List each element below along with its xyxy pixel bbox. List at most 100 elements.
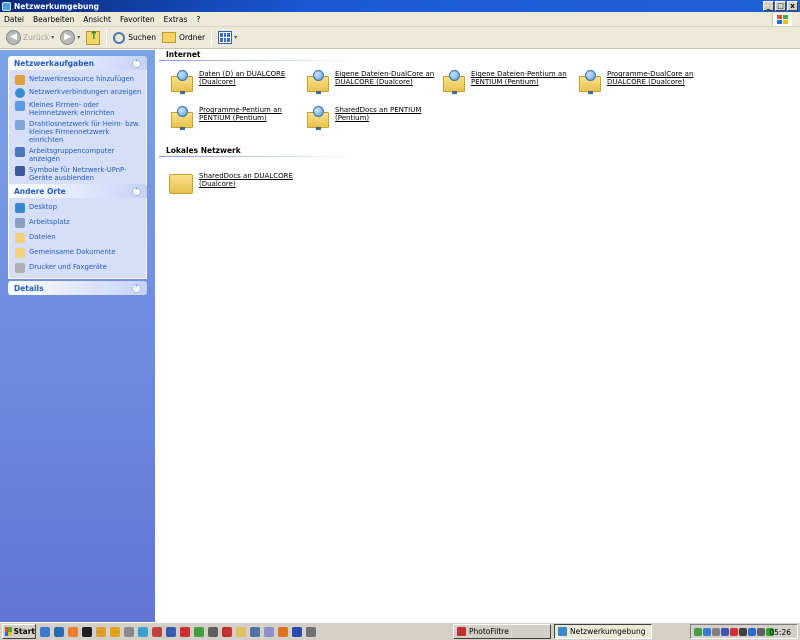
taskbar-photofiltre[interactable]: PhotoFiltre [453,624,551,639]
app-icon[interactable] [180,626,190,637]
toolbar-separator [211,29,213,46]
desktop-link[interactable]: Desktop [15,203,142,213]
printers-faxes-link[interactable]: Drucker und Faxgeräte [15,263,142,273]
app-icon[interactable] [264,626,274,637]
item-label: Daten (D) an DUALCORE (Dualcore) [199,70,286,86]
network-share-item[interactable]: Programme-DualCore an DUALCORE (Dualcore… [579,70,709,94]
view-network-connections-link[interactable]: Netzwerkverbindungen anzeigen [15,88,142,98]
menu-bearbeiten[interactable]: Bearbeiten [33,15,74,24]
tray-icon[interactable] [694,627,702,636]
printer-icon [15,263,25,273]
network-share-item[interactable]: Eigene Dateien-Pentium an PENTIUM (Penti… [443,70,573,94]
collapse-icon[interactable]: ˄ [132,58,141,68]
tray-icon[interactable] [721,627,729,636]
app-icon[interactable] [250,626,260,637]
view-workgroup-computers-link[interactable]: Arbeitsgruppencomputer anzeigen [15,147,142,163]
other-places-header[interactable]: Andere Orte ˄ [8,184,147,198]
link-label: Kleines Firmen- oder Heimnetzwerk einric… [29,101,115,117]
folders-button[interactable]: Ordner [159,29,208,47]
toolbar-separator [106,29,108,46]
menu-extras[interactable]: Extras [164,15,188,24]
app-icon[interactable] [278,626,288,637]
hide-upnp-icons-link[interactable]: Symbole für Netzwerk-UPnP-Geräte ausblen… [15,166,142,182]
add-network-resource-link[interactable]: Netzwerkressource hinzufügen [15,75,142,85]
network-share-item[interactable]: Daten (D) an DUALCORE (Dualcore) [171,70,301,94]
network-folder-icon [307,106,329,130]
shared-documents-link[interactable]: Gemeinsame Dokumente [15,248,142,258]
app-icon[interactable] [110,626,120,637]
back-button[interactable]: ◀ Zurück ▾ [3,29,57,47]
tray-icon[interactable] [712,627,720,636]
workgroup-computers-icon [15,147,25,157]
network-places-icon [558,627,567,636]
documents-folder-icon [15,233,25,243]
chevron-down-icon: ▾ [51,34,55,41]
other-places-title: Andere Orte [14,186,66,196]
menu-datei[interactable]: Datei [4,15,24,24]
minimize-button[interactable]: _ [763,1,774,11]
volume-icon[interactable] [757,627,765,636]
app-icon[interactable] [152,626,162,637]
network-share-item[interactable]: Programme-Pentium an PENTIUM (Pentium) [171,106,301,130]
link-label: Arbeitsplatz [29,218,70,226]
app-icon[interactable] [96,626,106,637]
desktop-icon [15,203,25,213]
desktop-icon[interactable] [40,626,50,637]
chevron-down-icon: ▾ [77,34,81,41]
files-link[interactable]: Dateien [15,233,142,243]
shared-folder-icon [15,248,25,258]
item-label: Programme-DualCore an DUALCORE (Dualcore… [607,70,694,86]
folder-icon [162,32,176,43]
setup-wireless-network-link[interactable]: Drahtlosnetzwerk für Heim- bzw. kleines … [15,120,142,144]
tray-icon[interactable] [703,627,711,636]
upnp-device-icon [15,166,25,176]
app-icon[interactable] [124,626,134,637]
maximize-button[interactable]: □ [775,1,786,11]
network-folder-icon [307,70,329,94]
network-tasks-header[interactable]: Netzwerkaufgaben ˄ [8,56,147,70]
internet-explorer-icon[interactable] [54,626,64,637]
tray-icon[interactable] [739,627,747,636]
details-header[interactable]: Details ˅ [8,281,147,295]
menu-favoriten[interactable]: Favoriten [120,15,155,24]
quick-launch [40,626,320,637]
app-icon[interactable] [208,626,218,637]
group-divider [159,60,359,61]
app-icon[interactable] [222,626,232,637]
app-icon[interactable] [236,626,246,637]
forward-button[interactable]: ▶ ▾ [57,29,83,47]
app-icon[interactable] [194,626,204,637]
up-button[interactable] [83,29,103,47]
network-share-item[interactable]: Eigene Dateien-DualCore an DUALCORE (Dua… [307,70,437,94]
menu-ansicht[interactable]: Ansicht [83,15,111,24]
network-folder-icon [171,70,193,94]
folder-icon [169,174,193,194]
wireless-network-icon [15,120,25,130]
expand-icon[interactable]: ˅ [132,283,141,293]
app-icon[interactable] [166,626,176,637]
views-button[interactable]: ▾ [215,29,240,47]
clock[interactable]: 05:26 [769,628,791,637]
link-label: Symbole für Netzwerk-UPnP-Geräte ausblen… [29,166,127,182]
taskbar-netzwerkumgebung[interactable]: Netzwerkumgebung [554,624,652,639]
setup-home-network-link[interactable]: Kleines Firmen- oder Heimnetzwerk einric… [15,101,142,117]
app-icon[interactable] [68,626,78,637]
start-button[interactable]: Start [2,624,36,639]
collapse-icon[interactable]: ˄ [132,186,141,196]
lan-share-item[interactable]: SharedDocs an DUALCORE (Dualcore) [169,172,299,194]
task-pane: Netzwerkaufgaben ˄ Netzwerkressource hin… [0,50,155,622]
network-folder-icon [171,106,193,130]
menu-help[interactable]: ? [196,15,200,24]
network-share-item[interactable]: SharedDocs an PENTIUM (Pentium) [307,106,437,130]
app-icon[interactable] [82,626,92,637]
forward-arrow-icon: ▶ [60,30,76,45]
tray-icon[interactable] [730,627,738,636]
my-computer-link[interactable]: Arbeitsplatz [15,218,142,228]
app-icon[interactable] [292,626,302,637]
app-icon[interactable] [306,626,316,637]
task-buttons: PhotoFiltre Netzwerkumgebung [453,624,655,639]
app-icon[interactable] [138,626,148,637]
tray-icon[interactable] [748,627,756,636]
search-button[interactable]: Suchen [110,29,159,47]
close-button[interactable]: x [787,1,798,11]
